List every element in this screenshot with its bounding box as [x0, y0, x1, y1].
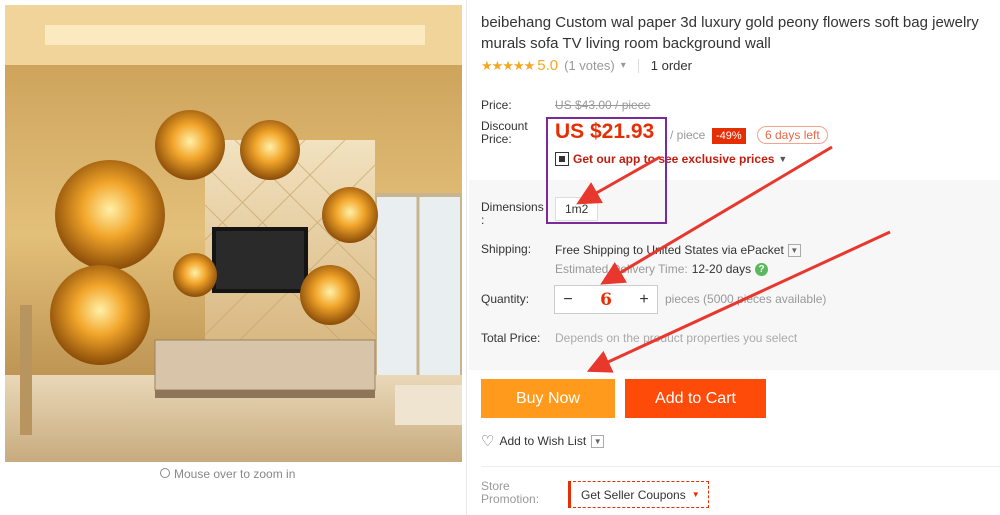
price-highlight-box — [546, 117, 667, 224]
section-divider — [481, 466, 1000, 467]
magnifier-icon — [160, 468, 170, 478]
quantity-decrease-button[interactable]: − — [555, 291, 581, 309]
price-label: Price: — [481, 98, 512, 112]
seller-coupons-button[interactable]: Get Seller Coupons ▼ — [568, 481, 709, 508]
wish-list-link[interactable]: ♡ Add to Wish List ▼ — [481, 432, 605, 450]
rating-separator — [637, 58, 639, 73]
help-icon[interactable]: ? — [755, 262, 769, 276]
caret-down-icon[interactable]: ▼ — [778, 154, 787, 164]
per-unit: / piece — [670, 128, 706, 142]
quantity-label: Quantity: — [481, 292, 530, 306]
dimensions-label: Dimensions : — [481, 201, 544, 227]
votes-link[interactable]: (1 votes) — [564, 58, 615, 73]
total-price-label: Total Price: — [481, 331, 541, 345]
product-title[interactable]: beibehang Custom wal paper 3d luxury gol… — [481, 12, 996, 54]
heart-icon[interactable]: ♡ — [481, 432, 494, 450]
quantity-input[interactable]: 6 — [600, 290, 612, 310]
add-to-cart-button[interactable]: Add to Cart — [625, 379, 766, 418]
discount-badge: -49% — [712, 128, 746, 144]
wish-list-text[interactable]: Add to Wish List — [499, 434, 586, 448]
delivery-estimate: Estimated Delivery Time: 12-20 days ? — [555, 262, 769, 276]
pieces-available: pieces (5000 pieces available) — [665, 292, 827, 306]
quantity-stepper[interactable]: − 6 + — [554, 285, 658, 314]
zoom-hint-text: Mouse over to zoom in — [174, 467, 296, 481]
product-photo — [5, 5, 462, 462]
order-count: 1 order — [650, 58, 692, 73]
store-promotion-label: Store Promotion: — [481, 480, 539, 506]
caret-down-icon[interactable]: ▼ — [692, 490, 700, 499]
chevron-down-icon[interactable]: ▼ — [787, 243, 801, 257]
rating-score: 5.0 — [537, 57, 559, 74]
delivery-value: 12-20 days — [691, 262, 752, 276]
rating-stars: ★★★★★ — [481, 57, 535, 73]
column-divider — [466, 0, 467, 515]
shipping-method[interactable]: Free Shipping to United States via ePack… — [555, 243, 801, 257]
discount-label-line2: Price: — [481, 132, 512, 146]
total-price-text: Depends on the product properties you se… — [555, 331, 798, 345]
product-image[interactable] — [5, 5, 462, 462]
chevron-down-icon[interactable]: ▼ — [591, 434, 605, 448]
coupon-text[interactable]: Get Seller Coupons — [581, 488, 686, 502]
chevron-down-icon[interactable]: ▾ — [621, 60, 626, 71]
discount-price-label: Discount Price: — [481, 120, 528, 146]
dimensions-label-line1: Dimensions — [481, 200, 544, 214]
delivery-label: Estimated Delivery Time: — [555, 262, 688, 276]
original-price: US $43.00 / piece — [555, 98, 651, 112]
quantity-increase-button[interactable]: + — [631, 291, 657, 309]
rating-row: ★★★★★ 5.0 (1 votes) ▾ 1 order — [481, 57, 692, 74]
dimensions-label-line2: : — [481, 213, 485, 227]
shipping-text[interactable]: Free Shipping to United States via ePack… — [555, 243, 784, 257]
store-label-line2: Promotion: — [481, 492, 540, 506]
buy-now-button[interactable]: Buy Now — [481, 379, 615, 418]
shipping-label: Shipping: — [481, 242, 532, 256]
zoom-hint: Mouse over to zoom in — [160, 467, 295, 481]
days-left-badge: 6 days left — [757, 126, 828, 144]
